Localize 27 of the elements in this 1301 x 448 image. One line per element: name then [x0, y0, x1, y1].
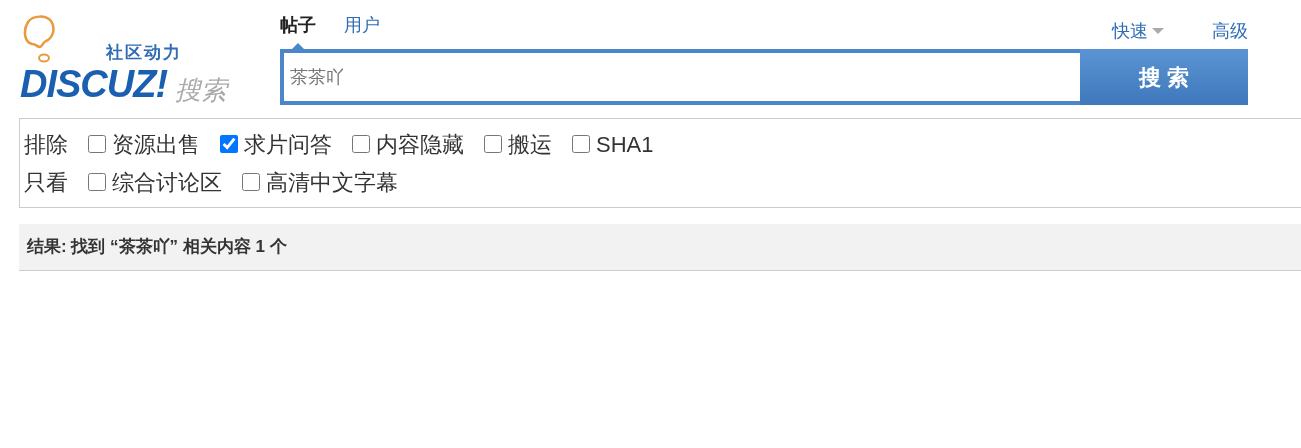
checkbox-label[interactable]: 高清中文字幕 — [266, 165, 398, 199]
checkbox-label[interactable]: 内容隐藏 — [376, 127, 464, 161]
checkbox-label[interactable]: 综合讨论区 — [112, 165, 222, 199]
logo-text: DISCUZ! — [20, 65, 168, 103]
checkbox[interactable] — [352, 135, 370, 153]
search-tab[interactable]: 帖子 — [280, 14, 316, 50]
checkbox-label[interactable]: 求片问答 — [244, 127, 332, 161]
filter-label: 只看 — [24, 168, 68, 197]
filter-label: 排除 — [24, 130, 68, 159]
checkbox[interactable] — [242, 173, 260, 191]
search-field[interactable]: 茶茶吖 — [280, 49, 1080, 106]
nav-link[interactable]: 高级 — [1212, 18, 1248, 46]
speech-bubble-icon — [22, 14, 56, 64]
checkbox[interactable] — [88, 173, 106, 191]
search-tab[interactable]: 用户 — [344, 14, 380, 50]
checkbox[interactable] — [88, 135, 106, 153]
checkbox-label[interactable]: SHA1 — [596, 127, 654, 161]
checkbox[interactable] — [220, 135, 238, 153]
checkbox[interactable] — [572, 135, 590, 153]
result-summary: 结果: 找到 “茶茶吖” 相关内容 1 个 — [27, 236, 287, 259]
checkbox-label[interactable]: 资源出售 — [112, 127, 200, 161]
search-button[interactable]: 搜 索 — [1080, 49, 1248, 106]
logo-subtitle: 搜索 — [175, 77, 228, 103]
dropdown-link[interactable]: 快速 — [1112, 18, 1164, 46]
checkbox[interactable] — [484, 135, 502, 153]
checkbox-label[interactable]: 搬运 — [508, 127, 552, 161]
logo-tagline: 社区动力 — [106, 42, 183, 61]
